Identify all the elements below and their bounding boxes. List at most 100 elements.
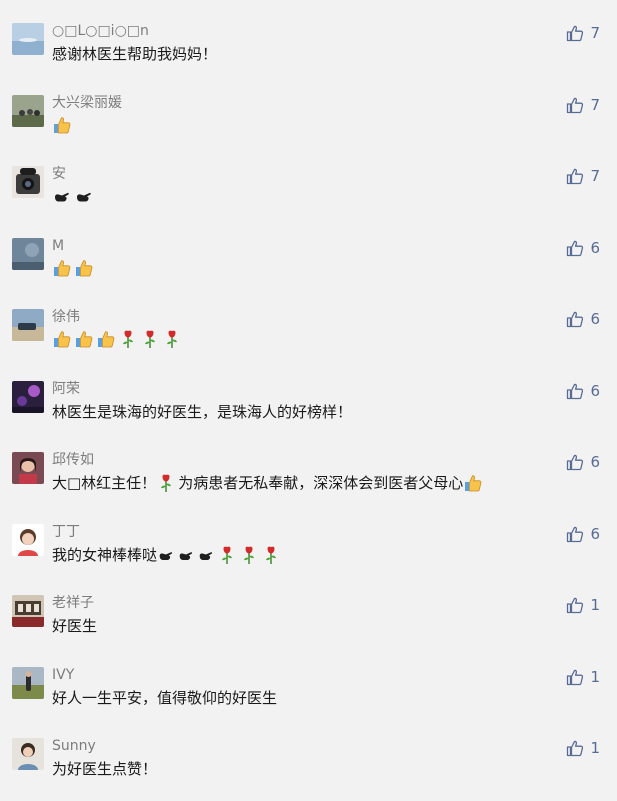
like-count: 6 [590, 310, 600, 328]
avatar[interactable] [12, 23, 44, 55]
avatar[interactable] [12, 95, 44, 127]
avatar[interactable] [12, 524, 44, 556]
comment-item: Sunny 为好医生点赞！ 1 [0, 729, 617, 801]
comment-text: 感谢林医生帮助我妈妈！ [52, 43, 217, 65]
avatar[interactable] [12, 238, 44, 270]
comment-text-body: 好人一生平安，值得敬仰的好医生 [52, 689, 278, 707]
rose-icon [162, 329, 182, 349]
thumbs-up-icon [74, 258, 94, 278]
comment-text-body: 大□林红主任！ [52, 474, 157, 492]
thumbs-up-outline-icon [566, 382, 584, 400]
rose-icon [156, 473, 176, 493]
comment-text [52, 329, 184, 349]
avatar[interactable] [12, 738, 44, 770]
like-count: 6 [590, 239, 600, 257]
like-button[interactable]: 6 [566, 380, 600, 402]
like-count: 1 [590, 668, 600, 686]
like-button[interactable]: 6 [566, 308, 600, 330]
like-count: 6 [590, 453, 600, 471]
thumbs-up-outline-icon [566, 24, 584, 42]
comment-text-body: 感谢林医生帮助我妈妈！ [52, 45, 218, 63]
like-button[interactable]: 1 [566, 737, 600, 759]
nickname[interactable]: M [52, 237, 64, 255]
pointing-hand-icon [157, 545, 175, 565]
comment-item: 老祥子 好医生 1 [0, 586, 617, 658]
comment-item: ○□L○□i○□n 感谢林医生帮助我妈妈！ 7 [0, 14, 617, 86]
thumbs-up-outline-icon [566, 668, 584, 686]
comment-text [52, 115, 74, 135]
like-button[interactable]: 6 [566, 451, 600, 473]
avatar[interactable] [12, 309, 44, 341]
thumbs-up-icon [52, 329, 72, 349]
like-count: 6 [590, 525, 600, 543]
comment-item: IVY 好人一生平安，值得敬仰的好医生 1 [0, 658, 617, 730]
thumbs-up-icon [52, 115, 72, 135]
nickname[interactable]: 老祥子 [52, 594, 94, 612]
rose-icon [239, 545, 259, 565]
comment-text [52, 186, 96, 206]
like-count: 6 [590, 382, 600, 400]
like-button[interactable]: 1 [566, 666, 600, 688]
like-button[interactable]: 7 [566, 165, 600, 187]
nickname[interactable]: 邱传如 [52, 451, 94, 469]
rose-icon [140, 329, 160, 349]
comment-text-body: 我的女神棒棒哒 [52, 546, 158, 564]
comment-item: 阿荣 林医生是珠海的好医生，是珠海人的好榜样！ 6 [0, 372, 617, 444]
pointing-hand-icon [52, 186, 72, 206]
avatar[interactable] [12, 452, 44, 484]
thumbs-up-outline-icon [566, 525, 584, 543]
nickname[interactable]: ○□L○□i○□n [52, 22, 149, 40]
nickname[interactable]: 阿荣 [52, 380, 80, 398]
avatar[interactable] [12, 381, 44, 413]
nickname[interactable]: 丁丁 [52, 523, 80, 541]
thumbs-up-icon [463, 473, 483, 493]
thumbs-up-icon [52, 258, 72, 278]
comment-text: 为好医生点赞！ [52, 758, 157, 780]
comment-text-body: 为好医生点赞！ [52, 760, 158, 778]
thumbs-up-outline-icon [566, 96, 584, 114]
comment-text-body: 林医生是珠海的好医生，是珠海人的好榜样！ [52, 403, 353, 421]
like-button[interactable]: 7 [566, 94, 600, 116]
like-button[interactable]: 6 [566, 523, 600, 545]
pointing-hand-icon [197, 545, 215, 565]
nickname[interactable]: 安 [52, 165, 66, 183]
comment-text-body-2: 为病患者无私奉献，深深体会到医者父母心 [178, 474, 464, 492]
comment-item: 邱传如 大□林红主任！ 为病患者无私奉献，深深体会到医者父母心 6 [0, 443, 617, 515]
like-button[interactable]: 6 [566, 237, 600, 259]
rose-icon [217, 545, 237, 565]
comment-text: 我的女神棒棒哒 [52, 544, 283, 566]
nickname[interactable]: Sunny [52, 737, 96, 755]
thumbs-up-icon [74, 329, 94, 349]
comment-text: 好人一生平安，值得敬仰的好医生 [52, 687, 277, 709]
nickname[interactable]: 大兴梁丽媛 [52, 94, 122, 112]
comment-item: 丁丁 我的女神棒棒哒 6 [0, 515, 617, 587]
avatar[interactable] [12, 166, 44, 198]
pointing-hand-icon [74, 186, 94, 206]
thumbs-up-outline-icon [566, 453, 584, 471]
thumbs-up-outline-icon [566, 739, 584, 757]
like-count: 7 [590, 96, 600, 114]
like-count: 1 [590, 739, 600, 757]
thumbs-up-outline-icon [566, 596, 584, 614]
rose-icon [261, 545, 281, 565]
thumbs-up-outline-icon [566, 239, 584, 257]
like-button[interactable]: 1 [566, 594, 600, 616]
comment-item: 大兴梁丽媛 7 [0, 86, 617, 158]
comment-text [52, 258, 96, 278]
thumbs-up-outline-icon [566, 167, 584, 185]
comment-item: 安 7 [0, 157, 617, 229]
comment-list: ○□L○□i○□n 感谢林医生帮助我妈妈！ 7 大兴梁丽媛 7 安 7 M 6 … [0, 0, 617, 779]
nickname[interactable]: IVY [52, 666, 74, 684]
avatar[interactable] [12, 667, 44, 699]
like-count: 1 [590, 596, 600, 614]
nickname[interactable]: 徐伟 [52, 308, 80, 326]
comment-text: 好医生 [52, 615, 97, 637]
like-button[interactable]: 7 [566, 22, 600, 44]
comment-text: 林医生是珠海的好医生，是珠海人的好榜样！ [52, 401, 352, 423]
like-count: 7 [590, 24, 600, 42]
comment-item: M 6 [0, 229, 617, 301]
rose-icon [118, 329, 138, 349]
comment-text: 大□林红主任！ 为病患者无私奉献，深深体会到医者父母心 [52, 472, 485, 494]
avatar[interactable] [12, 595, 44, 627]
like-count: 7 [590, 167, 600, 185]
